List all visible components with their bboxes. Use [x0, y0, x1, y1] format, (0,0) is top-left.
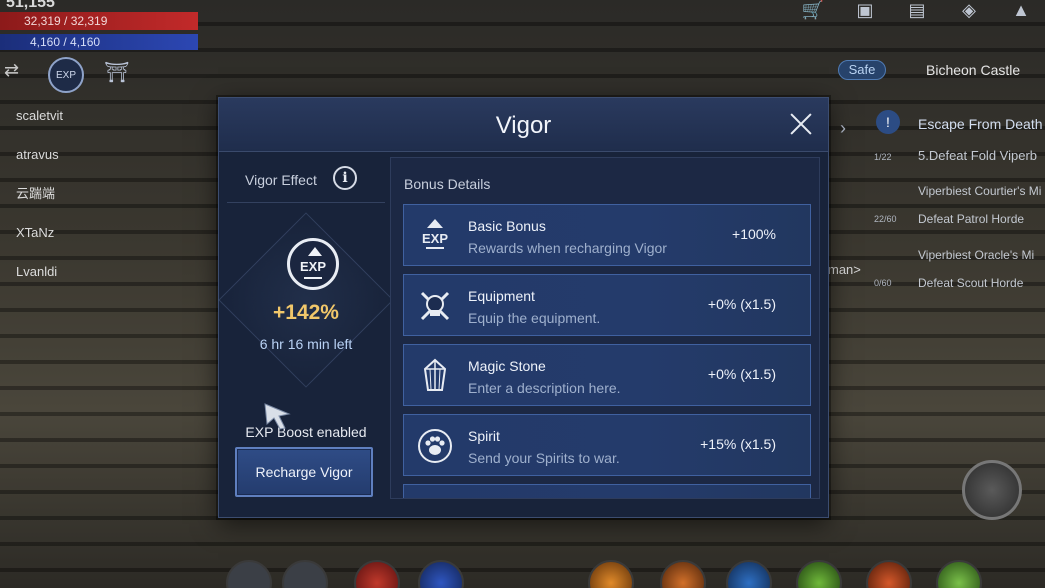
- quest-item[interactable]: › ! Escape From Death: [840, 110, 1045, 142]
- vigor-effect-label: Vigor Effect: [245, 172, 317, 188]
- quest-count: 1/22: [874, 152, 892, 162]
- bonus-list[interactable]: EXP Basic Bonus Rewards when recharging …: [403, 204, 811, 498]
- exp-up-icon: EXP: [416, 217, 454, 255]
- dialog-title: Vigor: [495, 112, 552, 139]
- npc-label: man>: [828, 262, 861, 277]
- bonus-value: +15% (x1.5): [700, 436, 776, 452]
- quest-item[interactable]: 22/60 Defeat Patrol Horde: [840, 206, 1045, 238]
- combat-power: 51,155: [6, 0, 55, 11]
- top-menu: 🛒 ▣ ▤ ◈ ▲: [799, 0, 1035, 24]
- bonus-details-panel: Bonus Details EXP Basic Bonus Rewards wh…: [390, 157, 820, 499]
- exp-buff-icon[interactable]: EXP: [48, 57, 84, 93]
- quest-item[interactable]: 0/60 Defeat Scout Horde: [840, 270, 1045, 302]
- exp-icon-text: EXP: [422, 231, 448, 246]
- info-icon[interactable]: i: [333, 166, 357, 190]
- bonus-name: Spirit: [468, 428, 500, 444]
- attack-button[interactable]: [962, 460, 1022, 520]
- bag-icon[interactable]: ▣: [851, 0, 879, 24]
- bell-icon[interactable]: ▲: [1007, 0, 1035, 24]
- skill-slot[interactable]: [866, 560, 912, 588]
- spirit-paw-icon: [416, 427, 454, 465]
- exp-boost-status: EXP Boost enabled: [245, 424, 367, 440]
- recharge-vigor-button[interactable]: Recharge Vigor: [235, 447, 373, 497]
- bonus-row-spirit: Spirit Send your Spirits to war. +15% (x…: [403, 414, 811, 476]
- quest-item[interactable]: Viperbiest Courtier's Mi: [840, 174, 1045, 206]
- party-member[interactable]: atravus: [16, 147, 63, 186]
- shop-cart-icon[interactable]: 🛒: [799, 0, 827, 24]
- safe-zone-badge: Safe: [838, 60, 886, 80]
- equipment-icon: [416, 287, 454, 325]
- quest-item[interactable]: 1/22 5.Defeat Fold Viperb: [840, 142, 1045, 174]
- vigor-effect-panel: Vigor Effect i EXP +142% 6 hr 16 min lef…: [218, 160, 394, 510]
- bonus-value: +100%: [732, 226, 776, 242]
- skill-slot[interactable]: [796, 560, 842, 588]
- skill-slot[interactable]: [660, 560, 706, 588]
- quest-count: 22/60: [874, 214, 897, 224]
- mount-icon[interactable]: ▤: [903, 0, 931, 24]
- bonus-value: +0% (x1.5): [707, 296, 776, 312]
- bonus-row-basic: EXP Basic Bonus Rewards when recharging …: [403, 204, 811, 266]
- skill-slot[interactable]: [588, 560, 634, 588]
- bonus-name: Magic Stone: [468, 358, 546, 374]
- quest-objective: 5.Defeat Fold Viperb: [918, 148, 1037, 163]
- skill-bar: [220, 560, 1045, 588]
- bonus-description: Equip the equipment.: [468, 310, 601, 326]
- party-member[interactable]: scaletvit: [16, 108, 63, 147]
- mp-potion-slot[interactable]: [418, 560, 464, 588]
- chevron-right-icon[interactable]: ›: [840, 118, 846, 139]
- dialog-header: Vigor: [219, 98, 828, 152]
- bonus-row-next: [403, 484, 811, 498]
- quest-objective: Viperbiest Courtier's Mi: [918, 184, 1042, 198]
- bonus-name: Equipment: [468, 288, 535, 304]
- skill-slot[interactable]: [936, 560, 982, 588]
- bonus-name: Basic Bonus: [468, 218, 546, 234]
- close-icon[interactable]: [786, 109, 816, 139]
- hp-bar: 32,319 / 32,319: [0, 12, 198, 30]
- location-name: Bicheon Castle: [926, 62, 1021, 78]
- main-quest-icon: !: [876, 110, 900, 134]
- party-member[interactable]: Lvanldi: [16, 264, 63, 303]
- shuffle-icon[interactable]: ⇄: [4, 60, 19, 81]
- quest-tracker: › ! Escape From Death 1/22 5.Defeat Fold…: [840, 110, 1045, 302]
- mp-bar: 4,160 / 4,160: [0, 34, 198, 50]
- skill-slot[interactable]: [282, 560, 328, 588]
- bonus-description: Send your Spirits to war.: [468, 450, 620, 466]
- character-icon[interactable]: ◈: [955, 0, 983, 24]
- vigor-percent: +142%: [273, 301, 339, 324]
- quest-count: 0/60: [874, 278, 892, 288]
- bonus-description: Enter a description here.: [468, 380, 621, 396]
- party-member[interactable]: XTaNz: [16, 225, 63, 264]
- bonus-details-title: Bonus Details: [404, 176, 491, 192]
- quest-objective: Defeat Patrol Horde: [918, 212, 1025, 226]
- divider: [227, 202, 385, 203]
- bonus-row-magic-stone: Magic Stone Enter a description here. +0…: [403, 344, 811, 406]
- quest-item[interactable]: Viperbiest Oracle's Mi: [840, 238, 1045, 270]
- hand-cursor-icon: [264, 403, 291, 430]
- tower-icon[interactable]: ⛩: [104, 60, 130, 88]
- vigor-dialog: Vigor Vigor Effect i EXP +142% 6 hr 16 m…: [218, 97, 829, 518]
- quest-title: Escape From Death: [918, 116, 1043, 132]
- party-list: scaletvit atravus 云踹端 XTaNz Lvanldi: [16, 108, 63, 303]
- skill-slot[interactable]: [226, 560, 272, 588]
- skill-slot[interactable]: [726, 560, 772, 588]
- hp-potion-slot[interactable]: [354, 560, 400, 588]
- exp-up-icon: EXP: [287, 238, 339, 290]
- magic-stone-icon: [416, 357, 454, 395]
- quest-objective: Defeat Scout Horde: [918, 276, 1024, 290]
- bonus-description: Rewards when recharging Vigor: [468, 240, 667, 256]
- bonus-value: +0% (x1.5): [707, 366, 776, 382]
- quest-objective: Viperbiest Oracle's Mi: [918, 248, 1035, 262]
- vigor-time-left: 6 hr 16 min left: [259, 336, 353, 352]
- party-member[interactable]: 云踹端: [16, 186, 63, 225]
- bonus-row-equipment: Equipment Equip the equipment. +0% (x1.5…: [403, 274, 811, 336]
